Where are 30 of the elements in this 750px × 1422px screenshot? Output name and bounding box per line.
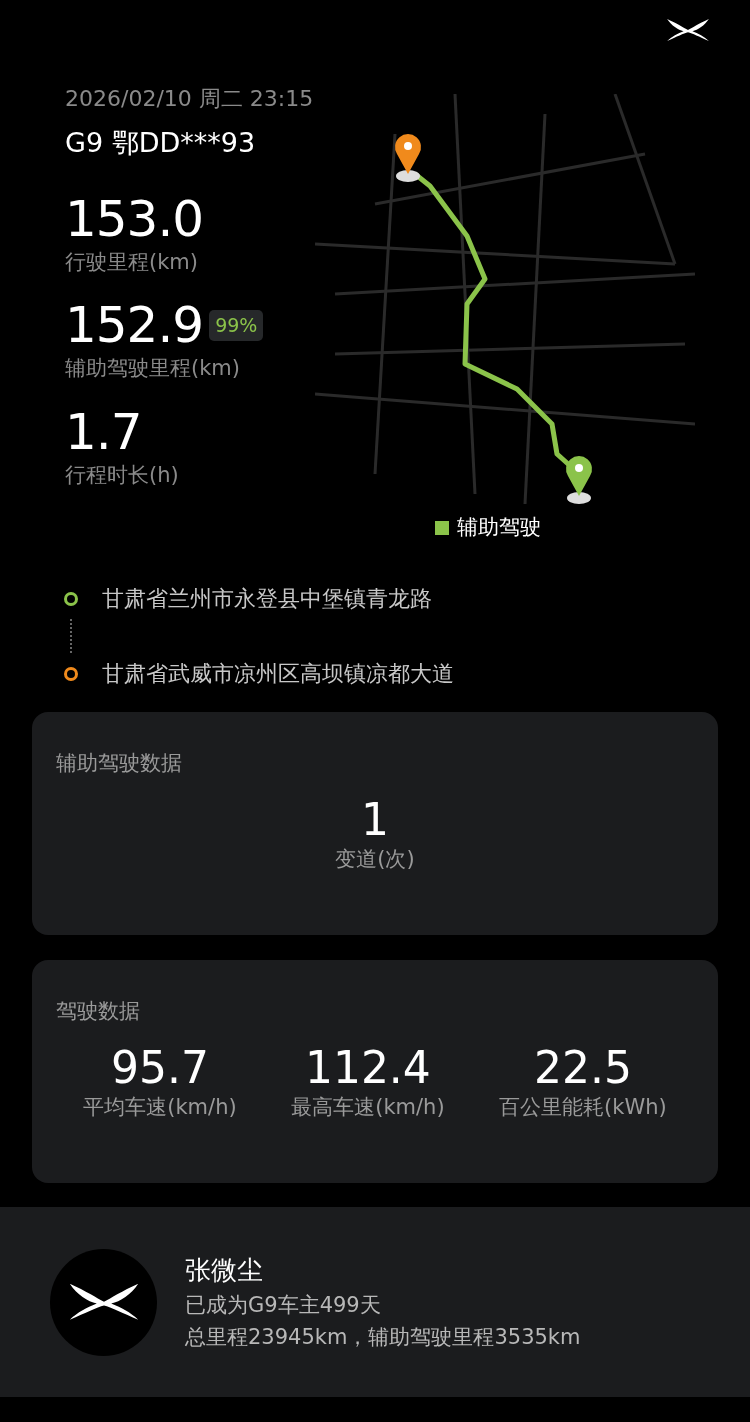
stat-value: 1.7 — [65, 404, 142, 460]
metric-value: 22.5 — [532, 1043, 633, 1092]
legend-swatch-icon — [435, 520, 449, 535]
owner-tenure: 已成为G9车主499天 — [185, 1292, 382, 1319]
end-pin-icon — [566, 456, 592, 504]
stat-value: 152.9 — [65, 298, 204, 353]
owner-mileage: 总里程23945km，辅助驾驶里程3535km — [185, 1323, 581, 1351]
logo-icon — [67, 1282, 140, 1322]
date-time: 2026/02/10 周二 23:15 — [65, 85, 315, 113]
card-title: 辅助驾驶数据 — [56, 750, 183, 777]
metric-value: 112.4 — [303, 1043, 432, 1092]
stat-value: 153.0 — [65, 191, 204, 247]
card-title: 驾驶数据 — [56, 998, 141, 1025]
stat-label: 辅助驾驶里程(km) — [65, 355, 241, 382]
metric-label: 变道(次) — [335, 845, 415, 873]
metric-value: 95.7 — [109, 1043, 210, 1092]
logo-icon — [666, 18, 710, 43]
address-text: 甘肃省武威市凉州区高坝镇凉都大道 — [102, 660, 454, 688]
metric-label: 百公里能耗(kWh) — [499, 1093, 667, 1121]
stat-label: 行程时长(h) — [65, 461, 180, 489]
address-text: 甘肃省兰州市永登县中堡镇青龙路 — [102, 585, 432, 613]
percent-badge: 99% — [209, 310, 264, 341]
metric-label: 平均车速(km/h) — [83, 1093, 237, 1121]
vehicle-plate: G9 鄂DD***93 — [65, 126, 257, 160]
stat-label: 行驶里程(km) — [65, 248, 199, 276]
start-pin-icon — [395, 134, 421, 182]
metric-value: 1 — [360, 795, 390, 844]
legend-label: 辅助驾驶 — [457, 514, 541, 541]
owner-name: 张微尘 — [185, 1254, 264, 1287]
metric-label: 最高车速(km/h) — [291, 1093, 445, 1121]
